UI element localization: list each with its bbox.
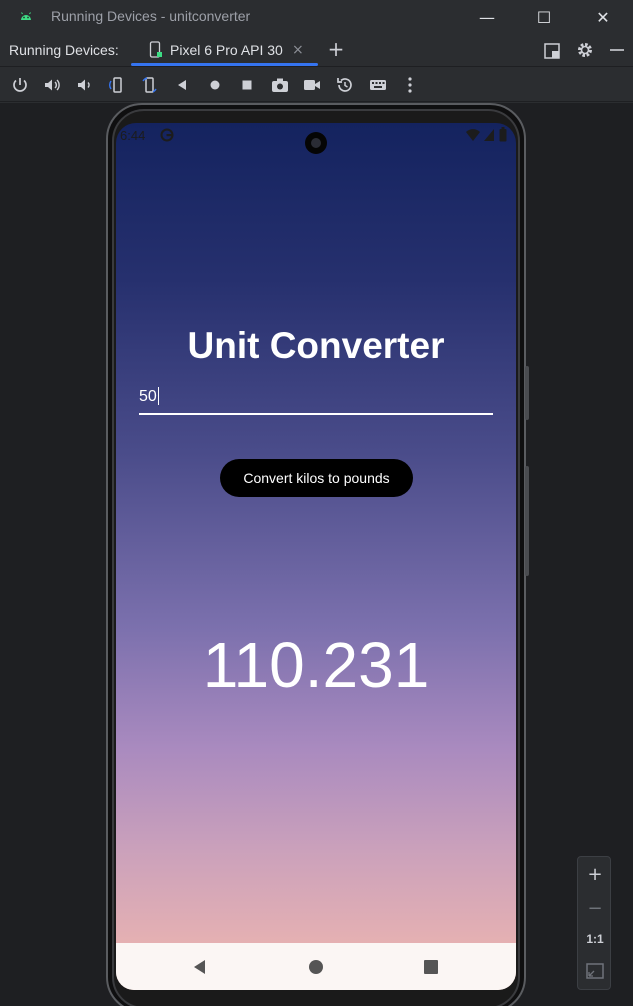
tab-device-label: Pixel 6 Pro API 30 (170, 42, 283, 58)
kilos-input-value: 50 (139, 388, 157, 405)
running-devices-label: Running Devices: (9, 42, 119, 58)
snapshot-icon[interactable] (335, 75, 355, 95)
nav-back-icon[interactable] (190, 957, 210, 977)
back-icon[interactable] (172, 75, 192, 95)
tab-close-icon[interactable]: × (292, 42, 304, 58)
keyboard-icon[interactable] (368, 75, 388, 95)
phone-volume-rocker[interactable] (525, 466, 529, 576)
home-icon[interactable] (205, 75, 225, 95)
rotate-left-icon[interactable] (107, 75, 127, 95)
more-icon[interactable] (400, 75, 420, 95)
zoom-controls: + − 1:1 (577, 856, 611, 990)
zoom-in-button[interactable]: + (578, 859, 612, 889)
android-nav-bar (116, 943, 516, 990)
volume-down-icon[interactable] (74, 75, 94, 95)
kilos-input[interactable]: 50 (139, 381, 493, 415)
nav-overview-icon[interactable] (421, 957, 441, 977)
tab-active-indicator (131, 63, 318, 66)
screenshot-icon[interactable] (270, 75, 290, 95)
text-cursor (158, 387, 159, 405)
zoom-fit-icon[interactable] (578, 957, 612, 987)
add-device-icon[interactable]: + (327, 37, 345, 61)
rotate-right-icon[interactable] (140, 75, 160, 95)
device-screen[interactable]: 6:44 Unit Converter 50 Convert kilos to … (116, 123, 516, 990)
signal-icon (484, 129, 494, 141)
running-devices-tabbar: Running Devices: Pixel 6 Pro API 30 × + (0, 34, 633, 67)
close-button[interactable]: ✕ (574, 0, 632, 34)
maximize-button[interactable]: ☐ (515, 0, 573, 34)
overview-icon[interactable] (237, 75, 257, 95)
phone-device-icon (149, 41, 162, 58)
battery-icon (499, 127, 507, 142)
power-icon[interactable] (10, 75, 30, 95)
minimize-button[interactable]: — (458, 0, 516, 34)
result-value: 110.231 (202, 629, 430, 701)
front-camera (305, 132, 327, 154)
convert-button[interactable]: Convert kilos to pounds (220, 459, 413, 497)
nav-home-icon[interactable] (306, 957, 326, 977)
notification-icon (160, 128, 174, 142)
phone-side-button[interactable] (525, 366, 529, 420)
hide-panel-icon[interactable] (608, 41, 626, 59)
window-title: Running Devices - unitconverter (51, 8, 251, 24)
volume-up-icon[interactable] (42, 75, 62, 95)
layout-icon[interactable] (543, 42, 561, 60)
device-toolbar (0, 67, 633, 102)
zoom-out-button[interactable]: − (578, 893, 612, 923)
tab-device[interactable]: Pixel 6 Pro API 30 × (131, 34, 318, 67)
android-icon (21, 12, 31, 20)
status-time: 6:44 (120, 128, 146, 143)
window-title-bar: Running Devices - unitconverter — ☐ ✕ (0, 0, 633, 34)
app-title: Unit Converter (187, 325, 445, 366)
wifi-icon (466, 129, 480, 141)
screen-record-icon[interactable] (302, 75, 322, 95)
gear-icon[interactable] (576, 41, 594, 59)
zoom-actual-size-button[interactable]: 1:1 (578, 924, 612, 954)
